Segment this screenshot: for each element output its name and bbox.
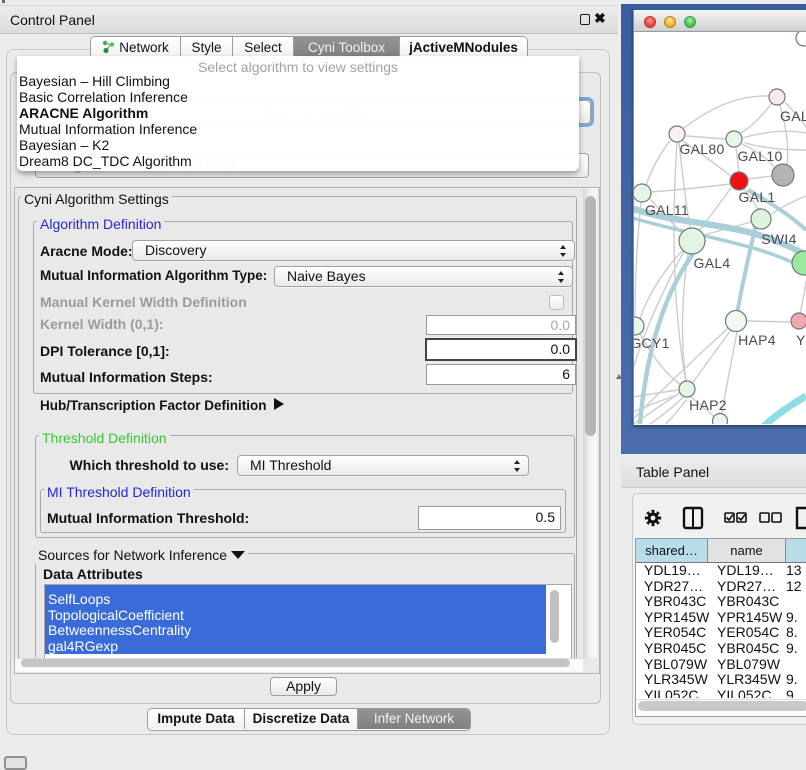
svg-text:HAP4: HAP4	[738, 332, 776, 348]
svg-text:GAL1: GAL1	[739, 189, 776, 205]
svg-text:SWI4: SWI4	[761, 231, 796, 247]
svg-text:GCY1: GCY1	[634, 335, 670, 351]
svg-text:GAL11: GAL11	[645, 202, 689, 218]
svg-text:YJR048W: YJR048W	[796, 332, 806, 348]
svg-text:GAL4: GAL4	[694, 255, 731, 271]
svg-text:GAL10: GAL10	[737, 148, 782, 164]
svg-text:HAP2: HAP2	[689, 397, 727, 413]
svg-text:GAL2: GAL2	[780, 108, 806, 124]
svg-text:GAL80: GAL80	[679, 141, 724, 157]
